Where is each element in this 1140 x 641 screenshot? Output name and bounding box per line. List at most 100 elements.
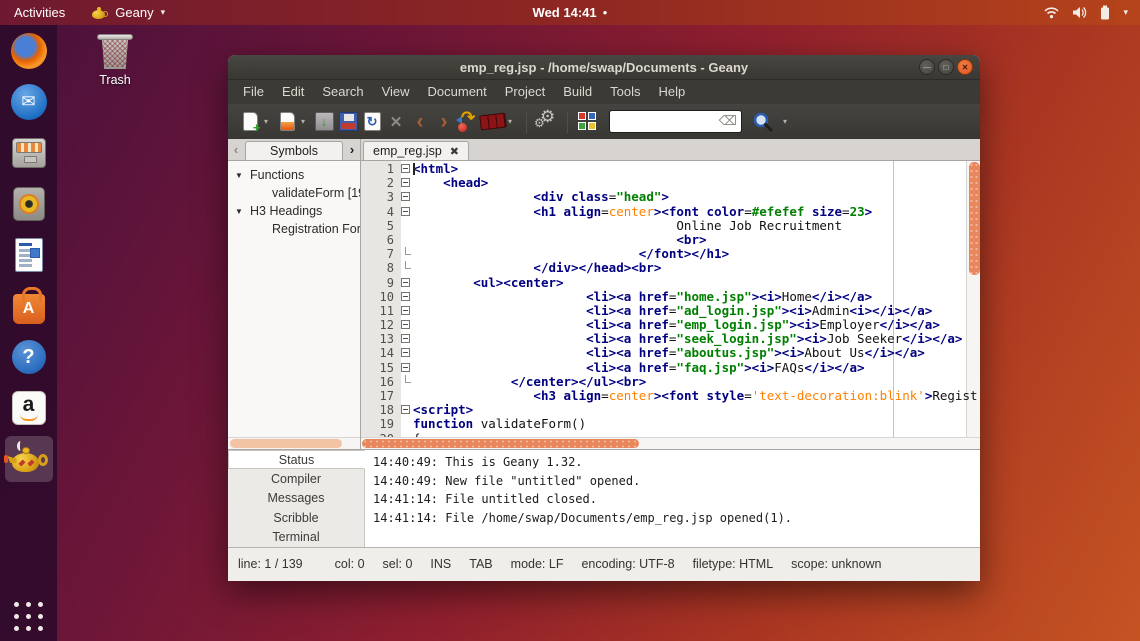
close-file-button[interactable]: ✕ — [384, 108, 408, 136]
color-chooser-icon — [577, 112, 597, 131]
revert-button[interactable]: ↻ — [360, 108, 384, 136]
code-line: 9 <ul><center> — [361, 275, 966, 290]
tree-item[interactable]: ▼ H3 Headings — [228, 202, 360, 220]
message-tabs: Status Compiler Messages Scribble Terminal — [228, 450, 365, 547]
dock-item-help[interactable]: ? — [5, 334, 53, 380]
fold-marker[interactable] — [401, 162, 413, 176]
dock-item-libreoffice-writer[interactable] — [5, 232, 53, 278]
fold-marker[interactable] — [401, 346, 413, 360]
line-number: 8 — [386, 261, 394, 276]
new-file-button[interactable]: + — [238, 108, 262, 136]
fold-marker[interactable] — [401, 276, 413, 290]
code-text: <li><a href="seek_login.jsp"><i>Job Seek… — [586, 331, 963, 347]
tree-item-label: Functions — [250, 168, 305, 182]
fold-marker[interactable] — [401, 361, 413, 375]
save-all-button[interactable] — [336, 108, 360, 136]
trash-shortcut[interactable]: Trash — [92, 34, 138, 87]
tab-emp-reg-jsp[interactable]: emp_reg.jsp ✖ — [363, 141, 470, 160]
message-tab-scribble[interactable]: Scribble — [228, 508, 364, 527]
fold-marker[interactable] — [401, 318, 413, 332]
build-dropdown[interactable]: ▾ — [508, 117, 512, 126]
code-text: </div></head><br> — [533, 260, 662, 276]
execute-icon: ⚙ ⚙ — [534, 106, 556, 130]
compile-button[interactable]: ↷ — [456, 108, 480, 136]
dock-item-firefox[interactable] — [5, 28, 53, 74]
nav-back-button[interactable]: ‹ — [408, 108, 432, 136]
expander-icon[interactable]: ▼ — [235, 171, 245, 180]
nav-forward-button[interactable]: › — [432, 108, 456, 136]
new-file-dropdown[interactable]: ▾ — [264, 117, 268, 126]
tab-scroll-right-icon[interactable]: › — [344, 139, 360, 160]
code-viewport[interactable]: 1 <html> 2 <head> 3 <div class="head"> 4 <h1… — [361, 161, 980, 437]
fold-marker — [401, 247, 413, 261]
code-text: </center></ul><br> — [510, 373, 647, 389]
menu-edit[interactable]: Edit — [273, 80, 313, 104]
find-button[interactable] — [751, 108, 775, 136]
message-tab-status[interactable]: Status — [228, 450, 365, 470]
menu-build[interactable]: Build — [554, 80, 601, 104]
fold-marker[interactable] — [401, 332, 413, 346]
tree-item[interactable]: validateForm [19] — [228, 184, 360, 202]
app-menu[interactable]: Geany ▾ — [91, 5, 165, 20]
close-file-icon: ✕ — [389, 113, 403, 131]
dock-item-rhythmbox[interactable] — [5, 181, 53, 227]
dock-item-ubuntu-software[interactable]: A — [5, 283, 53, 329]
tree-item[interactable]: ▼ Functions — [228, 166, 360, 184]
clock[interactable]: Wed 14:41 ● — [533, 5, 608, 20]
code-text: <br> — [676, 231, 707, 247]
show-applications-button[interactable] — [14, 602, 43, 631]
message-tab-terminal[interactable]: Terminal — [228, 528, 364, 547]
close-tab-icon[interactable]: ✖ — [450, 145, 459, 158]
maximize-button[interactable]: □ — [938, 59, 954, 75]
fold-marker[interactable] — [401, 190, 413, 204]
menu-help[interactable]: Help — [650, 80, 695, 104]
dock-item-geany[interactable] — [3, 436, 53, 482]
tab-scroll-left-icon[interactable]: ‹ — [228, 139, 244, 160]
fold-marker[interactable] — [401, 304, 413, 318]
tab-symbols[interactable]: Symbols — [245, 141, 343, 160]
message-tab-messages[interactable]: Messages — [228, 489, 364, 508]
code-line: 8 </div></head><br> — [361, 260, 966, 276]
fold-marker[interactable] — [401, 403, 413, 417]
scrollbar-thumb[interactable] — [230, 439, 342, 448]
scrollbar-thumb[interactable] — [362, 439, 639, 448]
activities-button[interactable]: Activities — [14, 5, 65, 20]
build-button[interactable] — [479, 108, 507, 136]
save-button[interactable]: ↓ — [312, 108, 336, 136]
open-file-button[interactable] — [275, 108, 299, 136]
close-button[interactable]: ✕ — [957, 59, 973, 75]
title-bar[interactable]: emp_reg.jsp - /home/swap/Documents - Gea… — [228, 55, 980, 80]
color-chooser-button[interactable] — [575, 108, 599, 136]
sidebar-hscrollbar[interactable] — [228, 437, 360, 449]
system-tray[interactable]: ▾ — [1044, 5, 1140, 20]
menu-document[interactable]: Document — [419, 80, 496, 104]
fold-marker[interactable] — [401, 205, 413, 219]
fold-marker[interactable] — [401, 290, 413, 304]
clear-search-icon[interactable]: ⌫ — [719, 113, 737, 129]
compile-icon: ↷ — [456, 108, 480, 134]
menu-project[interactable]: Project — [496, 80, 554, 104]
expander-icon[interactable]: ▼ — [235, 207, 245, 216]
app-menu-label: Geany — [115, 5, 154, 20]
dock-item-files[interactable] — [5, 130, 53, 176]
toolbar: + ▾ ▾ ↓ ↻ ✕ ‹ › ↷ ▾ ⚙ ⚙ ⌫ ▾ — [228, 104, 980, 139]
fold-marker[interactable] — [401, 176, 413, 190]
dock-item-thunderbird[interactable]: ✉ — [5, 79, 53, 125]
scrollbar-thumb[interactable] — [968, 162, 980, 275]
execute-button[interactable]: ⚙ ⚙ — [534, 106, 560, 136]
editor-hscrollbar[interactable] — [361, 437, 980, 449]
menu-search[interactable]: Search — [313, 80, 372, 104]
menu-file[interactable]: File — [234, 80, 273, 104]
running-indicator — [3, 455, 8, 463]
menu-tools[interactable]: Tools — [601, 80, 649, 104]
message-tab-compiler[interactable]: Compiler — [228, 469, 364, 488]
toolbar-overflow-dropdown[interactable]: ▾ — [783, 117, 787, 126]
minimize-button[interactable]: — — [919, 59, 935, 75]
line-number: 2 — [386, 176, 394, 191]
code-line: 2 <head> — [361, 176, 966, 191]
menu-view[interactable]: View — [373, 80, 419, 104]
tree-item[interactable]: Registration Form [1 — [228, 220, 360, 238]
dock-item-amazon[interactable]: a — [5, 385, 53, 431]
fold-marker — [401, 374, 413, 389]
open-file-dropdown[interactable]: ▾ — [301, 117, 305, 126]
